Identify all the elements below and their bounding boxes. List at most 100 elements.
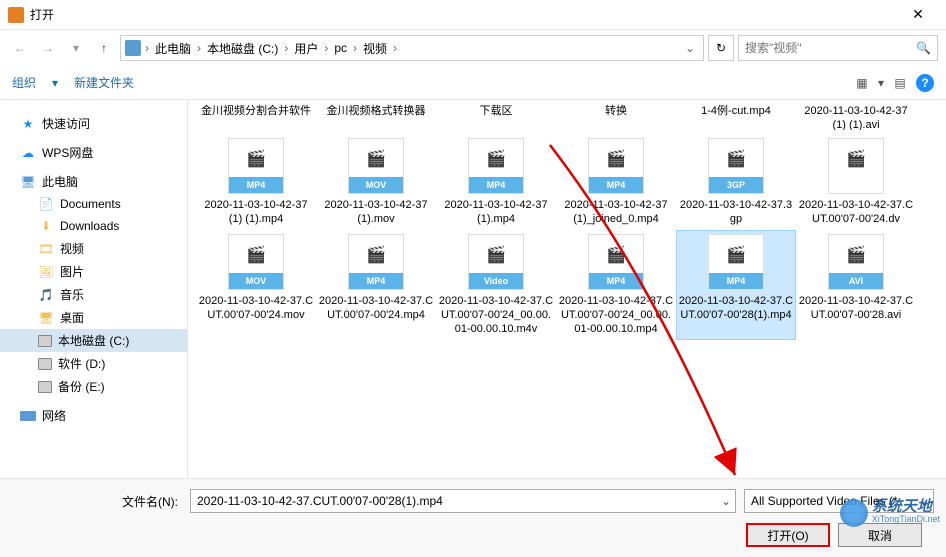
filename-input-wrap[interactable]: ⌄ (190, 489, 736, 513)
file-thumbnail: 🎬AVI (828, 234, 884, 290)
watermark: 系统天地 XiTongTianDi.net (840, 499, 940, 527)
file-item[interactable]: 🎬MP42020-11-03-10-42-37.CUT.00'07-00'24.… (316, 230, 436, 340)
body: ★快速访问 ☁WPS网盘 🖥此电脑 📄Documents ⬇Downloads … (0, 100, 946, 478)
sidebar-item-documents[interactable]: 📄Documents (0, 193, 187, 215)
sidebar-label: Downloads (60, 219, 119, 233)
file-item[interactable]: 🎬下载区 (436, 104, 556, 134)
footer: 文件名(N): ⌄ All Supported Video Files (* ⌄… (0, 478, 946, 557)
file-item[interactable]: 🎬2020-11-03-10-42-37.CUT.00'07-00'24.dv (796, 134, 916, 230)
nav-bar: ← → ▾ ↑ › 此电脑 › 本地磁盘 (C:) › 用户 › pc › 视频… (0, 30, 946, 66)
breadcrumb-item[interactable]: 用户 (292, 40, 320, 57)
pictures-icon: 🖼 (38, 264, 54, 280)
sidebar-item-music[interactable]: 🎵音乐 (0, 283, 187, 306)
format-badge: MP4 (229, 177, 283, 193)
video-icon: 🎬 (846, 245, 866, 265)
chevron-down-icon[interactable]: ⌄ (721, 494, 731, 508)
sidebar-item-drive-c[interactable]: 本地磁盘 (C:) (0, 329, 187, 352)
breadcrumb-item[interactable]: 视频 (361, 40, 389, 57)
format-badge: MOV (229, 273, 283, 289)
format-badge (829, 177, 883, 193)
file-thumbnail: 🎬MP4 (468, 138, 524, 194)
search-box[interactable]: 🔍 (738, 35, 938, 61)
downloads-icon: ⬇ (38, 218, 54, 234)
videos-icon: 🎞 (38, 241, 54, 257)
file-item[interactable]: 🎬Video2020-11-03-10-42-37.CUT.00'07-00'2… (436, 230, 556, 340)
open-button-label: 打开(O) (767, 527, 808, 544)
search-icon[interactable]: 🔍 (916, 41, 931, 55)
file-item[interactable]: 🎬转换 (556, 104, 676, 134)
back-button[interactable]: ← (8, 36, 32, 60)
file-name-label: 2020-11-03-10-42-37(1).mp4 (438, 198, 554, 226)
desktop-icon: 🖥 (38, 310, 54, 326)
chevron-right-icon: › (282, 41, 290, 55)
video-icon: 🎬 (246, 245, 266, 265)
file-item[interactable]: 🎬MOV2020-11-03-10-42-37.CUT.00'07-00'24.… (196, 230, 316, 340)
file-item[interactable]: 🎬MOV2020-11-03-10-42-37(1).mov (316, 134, 436, 230)
file-name-label: 2020-11-03-10-42-37.CUT.00'07-00'24.mp4 (318, 294, 434, 322)
pc-icon: 🖥 (20, 174, 36, 190)
file-item[interactable]: 🎬1-4例-cut.mp4 (676, 104, 796, 134)
forward-button[interactable]: → (36, 36, 60, 60)
refresh-button[interactable]: ↻ (708, 35, 734, 61)
view-icons-button[interactable]: ▦ (852, 73, 872, 93)
new-folder-button[interactable]: 新建文件夹 (74, 74, 134, 91)
search-input[interactable] (745, 41, 916, 55)
file-item[interactable]: 🎬2020-11-03-10-42-37(1) (1).avi (796, 104, 916, 134)
sidebar-label: WPS网盘 (42, 144, 93, 161)
file-list: 🎬金川视频分割合并软件🎬金川视频格式转换器🎬下载区🎬转换🎬1-4例-cut.mp… (188, 100, 946, 478)
sidebar-item-thispc[interactable]: 🖥 此电脑 (0, 170, 187, 193)
sidebar-item-drive-e[interactable]: 备份 (E:) (0, 375, 187, 398)
sidebar-label: 此电脑 (42, 173, 78, 190)
file-name-label: 2020-11-03-10-42-37.CUT.00'07-00'28.avi (798, 294, 914, 322)
breadcrumb-item[interactable]: 本地磁盘 (C:) (205, 40, 280, 57)
sidebar-item-network[interactable]: 网络 (0, 404, 187, 427)
file-item[interactable]: 🎬MP42020-11-03-10-42-37.CUT.00'07-00'24_… (556, 230, 676, 340)
drive-icon (38, 381, 52, 393)
breadcrumb-dropdown[interactable]: ⌄ (681, 41, 699, 55)
file-item[interactable]: 🎬3GP2020-11-03-10-42-37.3gp (676, 134, 796, 230)
chevron-right-icon: › (322, 41, 330, 55)
breadcrumb-item[interactable]: 此电脑 (153, 40, 193, 57)
open-button[interactable]: 打开(O) (746, 523, 830, 547)
sidebar-item-wps[interactable]: ☁WPS网盘 (0, 141, 187, 164)
file-item[interactable]: 🎬MP42020-11-03-10-42-37(1)_joined_0.mp4 (556, 134, 676, 230)
close-button[interactable]: ✕ (898, 6, 938, 23)
video-icon: 🎬 (366, 149, 386, 169)
watermark-title: 系统天地 (872, 501, 940, 513)
sidebar-item-videos[interactable]: 🎞视频 (0, 237, 187, 260)
view-details-button[interactable]: ▤ (890, 73, 910, 93)
file-item[interactable]: 🎬MP4 2020-11-03-10-42-37(1).mp4 (436, 134, 556, 230)
video-icon: 🎬 (246, 149, 266, 169)
file-item[interactable]: 🎬AVI 2020-11-03-10-42-37.CUT.00'07-00'28.… (796, 230, 916, 340)
watermark-logo-icon (840, 499, 868, 527)
format-badge: 3GP (709, 177, 763, 193)
sidebar-item-pictures[interactable]: 🖼图片 (0, 260, 187, 283)
breadcrumb[interactable]: › 此电脑 › 本地磁盘 (C:) › 用户 › pc › 视频 › ⌄ (120, 35, 704, 61)
file-item[interactable]: 🎬金川视频格式转换器 (316, 104, 436, 134)
chevron-right-icon: › (143, 41, 151, 55)
file-item[interactable]: 🎬金川视频分割合并软件 (196, 104, 316, 134)
organize-menu[interactable]: 组织 (12, 74, 36, 91)
file-item[interactable]: 🎬MP42020-11-03-10-42-37(1) (1).mp4 (196, 134, 316, 230)
dropdown-icon[interactable]: ▾ (52, 76, 58, 90)
format-badge: MP4 (589, 273, 643, 289)
breadcrumb-item[interactable]: pc (332, 41, 349, 55)
window-title: 打开 (30, 6, 898, 23)
recent-button[interactable]: ▾ (64, 36, 88, 60)
file-name-label: 2020-11-03-10-42-37.CUT.00'07-00'24.dv (798, 198, 914, 226)
file-name-label: 下载区 (480, 104, 513, 118)
filename-input[interactable] (197, 490, 729, 512)
chevron-right-icon: › (391, 41, 399, 55)
up-button[interactable]: ↑ (92, 36, 116, 60)
music-icon: 🎵 (38, 287, 54, 303)
file-item[interactable]: 🎬MP42020-11-03-10-42-37.CUT.00'07-00'28(… (676, 230, 796, 340)
help-icon[interactable]: ? (916, 74, 934, 92)
sidebar-label: 快速访问 (42, 115, 90, 132)
dropdown-icon[interactable]: ▾ (878, 76, 884, 90)
sidebar-item-drive-d[interactable]: 软件 (D:) (0, 352, 187, 375)
sidebar-item-downloads[interactable]: ⬇ Downloads (0, 215, 187, 237)
sidebar-label: 网络 (42, 407, 66, 424)
sidebar-item-desktop[interactable]: 🖥桌面 (0, 306, 187, 329)
title-bar: 打开 ✕ (0, 0, 946, 30)
sidebar-item-quickaccess[interactable]: ★快速访问 (0, 112, 187, 135)
